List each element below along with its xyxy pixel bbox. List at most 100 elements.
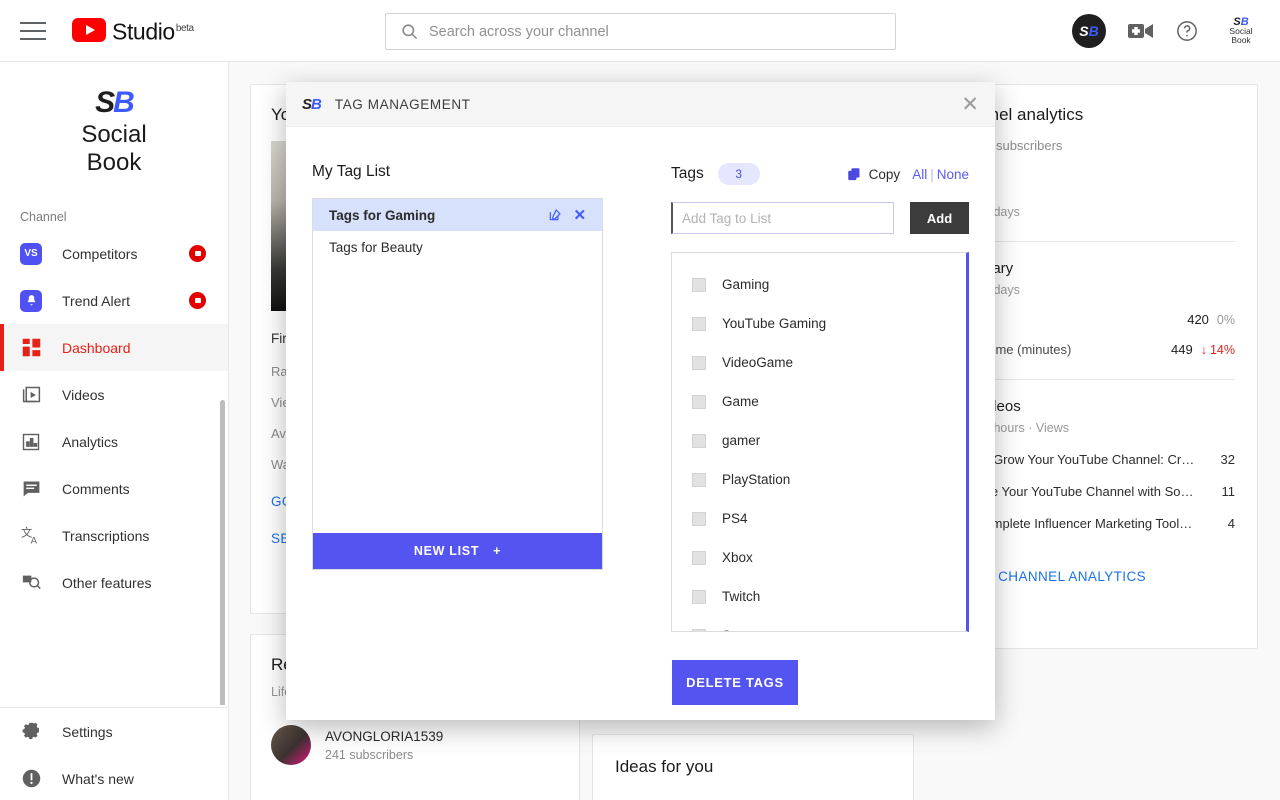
add-tag-button[interactable]: Add [910,202,969,234]
tag-label: VideoGame [722,355,793,370]
copy-button[interactable]: Copy [847,167,901,182]
tag-row[interactable]: PS4 [672,499,966,538]
subscriber-name: AVONGLORIA1539 [325,729,443,744]
select-none-link[interactable]: None [937,167,969,182]
tag-list-item-label: Tags for Beauty [329,240,423,255]
tag-checkbox[interactable] [692,434,706,448]
comment-icon [18,478,44,499]
tag-checkbox[interactable] [692,356,706,370]
tag-row[interactable]: Game [672,382,966,421]
top-bar: Studiobeta SB SB Social Book [0,0,1280,62]
sidebar-item-dashboard[interactable]: Dashboard [0,324,228,371]
tags-checkbox-list[interactable]: Gaming YouTube Gaming VideoGame Game gam… [671,252,969,632]
card-title: Ideas for you [615,757,891,777]
socialbook-line2: Book [1231,36,1250,45]
brand-text: Studiobeta [112,16,194,45]
close-icon[interactable]: ✕ [961,94,979,115]
translate-icon: 文A [18,525,44,546]
tags-header: Tags 3 Copy All|None [671,163,969,185]
new-list-button[interactable]: NEW LIST + [313,533,602,569]
tag-row[interactable]: gamer [672,421,966,460]
tag-list-box: Tags for Gaming ✕ Tags for Beauty [312,198,603,570]
tag-list-item-gaming[interactable]: Tags for Gaming ✕ [313,199,602,231]
app-root: Studiobeta SB SB Social Book SB [0,0,1280,800]
hamburger-icon[interactable] [20,22,46,40]
video-camera-add-icon[interactable] [1128,21,1154,41]
sidebar-item-videos[interactable]: Videos [0,371,228,418]
search-icon [400,22,419,41]
tag-checkbox[interactable] [692,551,706,565]
modal-footer: DELETE TAGS [286,632,995,705]
tag-list-item-label: Tags for Gaming [329,208,435,223]
tag-checkbox[interactable] [692,629,706,633]
sidebar-item-competitors[interactable]: VS Competitors [0,230,228,277]
subscriber-meta: AVONGLORIA1539 241 subscribers [325,729,443,762]
summary-row-delta: 0% [1217,313,1235,327]
tag-label: YouTube Gaming [722,316,826,331]
tag-checkbox[interactable] [692,512,706,526]
tag-row[interactable]: Gaming [672,265,966,304]
plus-icon: + [493,544,501,558]
sidebar-item-trend-alert[interactable]: Trend Alert [0,277,228,324]
summary-row-values: 420 0% [1187,312,1235,327]
tag-row[interactable]: PlayStation [672,460,966,499]
search-bar[interactable] [385,13,896,50]
search-input[interactable] [429,24,895,40]
summary-row-value: 449 [1171,342,1193,357]
sidebar-item-other-features[interactable]: Other features [0,559,228,606]
tag-row[interactable]: Xbox [672,538,966,577]
subscriber-row[interactable]: AVONGLORIA1539 241 subscribers [271,725,559,765]
add-tag-row: Add [671,202,969,234]
youtube-studio-logo[interactable]: Studiobeta [72,16,194,45]
my-tag-list-label: My Tag List [312,163,603,181]
socialbook-mark-icon: SB [302,96,321,113]
tag-list-item-actions: ✕ [548,208,586,223]
tag-checkbox[interactable] [692,473,706,487]
tag-list-item-beauty[interactable]: Tags for Beauty [313,231,602,263]
tag-row[interactable]: Steam [672,616,966,632]
tag-row[interactable]: VideoGame [672,343,966,382]
tag-checkbox[interactable] [692,278,706,292]
summary-row-values: 449↓14% [1171,342,1235,357]
avatar[interactable]: SB [1072,14,1106,48]
alert-badge-icon [18,768,44,789]
sidebar-item-comments[interactable]: Comments [0,465,228,512]
tag-checkbox[interactable] [692,317,706,331]
select-all-link[interactable]: All [912,167,927,182]
tag-row[interactable]: Twitch [672,577,966,616]
tag-checkbox[interactable] [692,395,706,409]
tags-header-actions: Copy All|None [847,167,969,182]
video-icon [18,384,44,405]
copy-label: Copy [869,167,901,182]
sidebar-nav: VS Competitors Trend Alert Dashboard [0,230,228,705]
delete-tags-button[interactable]: DELETE TAGS [672,660,798,705]
tag-list-items: Tags for Gaming ✕ Tags for Beauty [313,199,602,533]
tag-checkbox[interactable] [692,590,706,604]
summary-row-value: 420 [1187,312,1209,327]
youtube-badge-icon [189,245,206,262]
sidebar-logo-mark: SB [95,86,133,120]
add-tag-input[interactable] [671,202,894,234]
tag-row[interactable]: YouTube Gaming [672,304,966,343]
top-video-views: 32 [1221,452,1235,467]
socialbook-logo[interactable]: SB Social Book [1220,18,1262,45]
sidebar-item-analytics[interactable]: Analytics [0,418,228,465]
brand-label: Studio [112,19,175,45]
help-circle-icon[interactable] [1176,20,1198,42]
sidebar-item-label: Comments [62,481,130,497]
dashboard-grid-icon [18,337,44,358]
sidebar-item-whats-new[interactable]: What's new [0,755,228,800]
tags-label: Tags [671,165,704,183]
edit-pencil-icon[interactable] [548,208,562,222]
sidebar-item-label: Other features [62,575,152,591]
tag-label: gamer [722,433,760,448]
svg-text:A: A [30,535,37,546]
sidebar-scrollbar[interactable] [220,400,225,705]
sidebar-item-label: Videos [62,387,105,403]
sidebar-item-label: Transcriptions [62,528,149,544]
sidebar-item-transcriptions[interactable]: 文A Transcriptions [0,512,228,559]
close-x-icon[interactable]: ✕ [573,208,586,223]
sidebar-item-label: What's new [62,771,134,787]
brand-beta-label: beta [176,23,194,34]
sidebar-item-settings[interactable]: Settings [0,708,228,755]
